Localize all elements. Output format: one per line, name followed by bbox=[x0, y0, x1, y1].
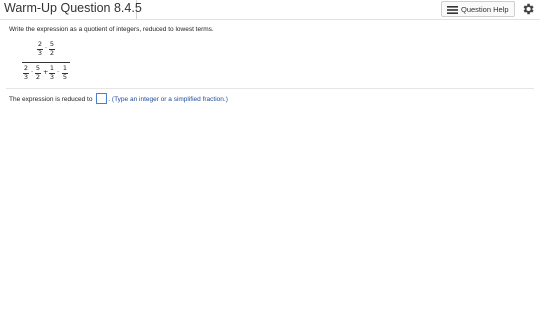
denominator-frac-3-den: 3 bbox=[49, 73, 55, 81]
answer-input[interactable] bbox=[96, 93, 108, 104]
denominator-frac-4-num: 1 bbox=[62, 64, 68, 72]
question-help-button[interactable]: Question Help bbox=[441, 1, 515, 17]
title-tab: Warm-Up Question 8.4.5 bbox=[0, 0, 142, 19]
question-instruction: Write the expression as a quotient of in… bbox=[9, 26, 214, 33]
numerator-frac-2-num: 5 bbox=[49, 40, 55, 48]
main-fraction-bar bbox=[22, 62, 70, 63]
numerator-frac-2-den: 2 bbox=[49, 49, 55, 57]
question-help-label: Question Help bbox=[461, 5, 509, 14]
numerator-frac-1-den: 3 bbox=[37, 49, 43, 57]
numerator-op-1: · bbox=[45, 44, 48, 52]
divider bbox=[6, 88, 534, 89]
list-icon bbox=[447, 6, 458, 14]
denominator-frac-4-den: 5 bbox=[62, 73, 68, 81]
denominator-frac-1-num: 2 bbox=[23, 64, 29, 72]
math-expression: 2 3 · 5 2 2 3 · 5 2 + 1 3 · 1 5 bbox=[20, 40, 80, 84]
denominator-frac-2-den: 2 bbox=[35, 73, 41, 81]
denominator-frac-3-num: 1 bbox=[49, 64, 55, 72]
answer-prefix: The expression is reduced to bbox=[9, 96, 93, 104]
denominator-op-1: · bbox=[31, 68, 34, 76]
header: Warm-Up Question 8.4.5 Question Help bbox=[0, 0, 540, 20]
denominator-op-3: · bbox=[57, 68, 60, 76]
denominator-frac-2-num: 5 bbox=[35, 64, 41, 72]
answer-suffix: . bbox=[108, 96, 111, 104]
denominator-frac-1-den: 3 bbox=[23, 73, 29, 81]
numerator-frac-1-num: 2 bbox=[37, 40, 43, 48]
answer-hint: (Type an integer or a simplified fractio… bbox=[111, 96, 228, 104]
answer-row: The expression is reduced to . (Type an … bbox=[9, 93, 228, 105]
page-title: Warm-Up Question 8.4.5 bbox=[4, 1, 142, 15]
gear-icon[interactable] bbox=[521, 2, 535, 16]
